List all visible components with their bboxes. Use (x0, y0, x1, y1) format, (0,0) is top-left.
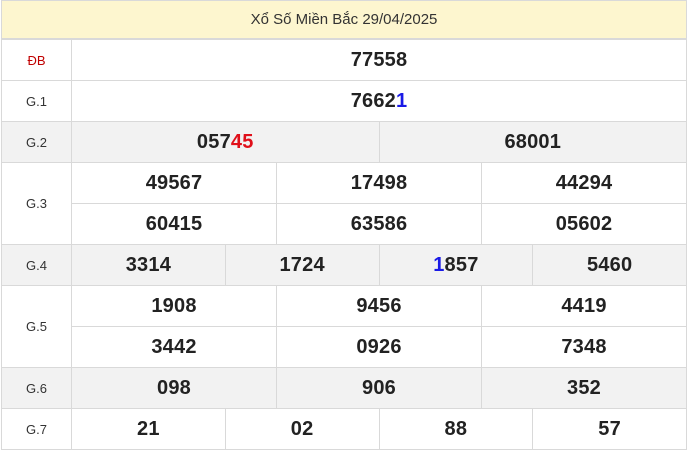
number-main: 857 (444, 253, 479, 276)
number-main: 7662 (350, 89, 396, 112)
prize-g6-number-1: 098 (71, 367, 277, 409)
prize-g4-number-3: 1857 (378, 244, 534, 286)
prize-g2-number-2: 68001 (378, 121, 687, 163)
results-table: ĐB 77558 G.1 76621 G.2 05745 68001 G.3 4… (1, 39, 687, 450)
prize-g4-number-1: 3314 (71, 244, 226, 286)
prize-label-g7: G.7 (1, 408, 72, 450)
prize-g3-number-1: 49567 (71, 162, 277, 204)
prize-g6-number-3: 352 (481, 367, 687, 409)
prize-g5-number-1: 1908 (71, 285, 277, 327)
prize-g4-number-4: 5460 (532, 244, 687, 286)
prize-g3-number-4: 60415 (71, 203, 277, 245)
prize-row-g1: G.1 76621 (1, 80, 687, 122)
prize-g3-number-2: 17498 (276, 162, 482, 204)
prize-row-g5: G.5 1908 9456 4419 (1, 285, 687, 368)
prize-label-g4: G.4 (1, 244, 72, 286)
prize-row-db: ĐB 77558 (1, 39, 687, 81)
prize-row-g3: G.3 49567 17498 44294 (1, 162, 687, 245)
prize-g3-number-5: 63586 (276, 203, 482, 245)
prize-g5-number-3: 4419 (481, 285, 687, 327)
prize-g5-number-5: 0926 (276, 326, 482, 368)
prize-g3-number-6: 05602 (481, 203, 687, 245)
prize-row-g7: G.7 21 02 88 57 (1, 408, 687, 450)
prize-db-number: 77558 (71, 39, 687, 81)
prize-g4-number-2: 1724 (224, 244, 380, 286)
number-accent: 1 (395, 89, 408, 112)
prize-g2-number-1: 05745 (71, 121, 380, 163)
prize-label-db: ĐB (1, 39, 72, 81)
prize-g6-number-2: 906 (276, 367, 482, 409)
lottery-results: Xổ Số Miền Bắc 29/04/2025 ĐB 77558 G.1 7… (1, 0, 687, 452)
results-title: Xổ Số Miền Bắc 29/04/2025 (1, 0, 687, 39)
prize-label-g2: G.2 (1, 121, 72, 163)
prize-row-g4: G.4 3314 1724 1857 5460 (1, 244, 687, 286)
prize-label-g6: G.6 (1, 367, 72, 409)
number-accent: 45 (230, 130, 254, 153)
prize-row-g3-b: 60415 63586 05602 (2, 203, 687, 245)
prize-g7-number-4: 57 (532, 408, 687, 450)
prize-label-g3: G.3 (1, 162, 72, 245)
prize-row-g2: G.2 05745 68001 (1, 121, 687, 163)
prize-g1-number: 76621 (71, 80, 687, 122)
prize-g5-number-2: 9456 (276, 285, 482, 327)
prize-g5-number-4: 3442 (71, 326, 277, 368)
prize-row-g5-b: 3442 0926 7348 (2, 326, 687, 368)
prize-g7-number-1: 21 (71, 408, 226, 450)
prize-g5-number-6: 7348 (481, 326, 687, 368)
prize-label-g1: G.1 (1, 80, 72, 122)
prize-row-g6: G.6 098 906 352 (1, 367, 687, 409)
prize-g7-number-3: 88 (378, 408, 534, 450)
prize-g3-number-3: 44294 (481, 162, 687, 204)
number-accent: 1 (433, 253, 445, 276)
number-main: 057 (196, 130, 231, 153)
prize-g7-number-2: 02 (224, 408, 380, 450)
prize-label-g5: G.5 (1, 285, 72, 368)
